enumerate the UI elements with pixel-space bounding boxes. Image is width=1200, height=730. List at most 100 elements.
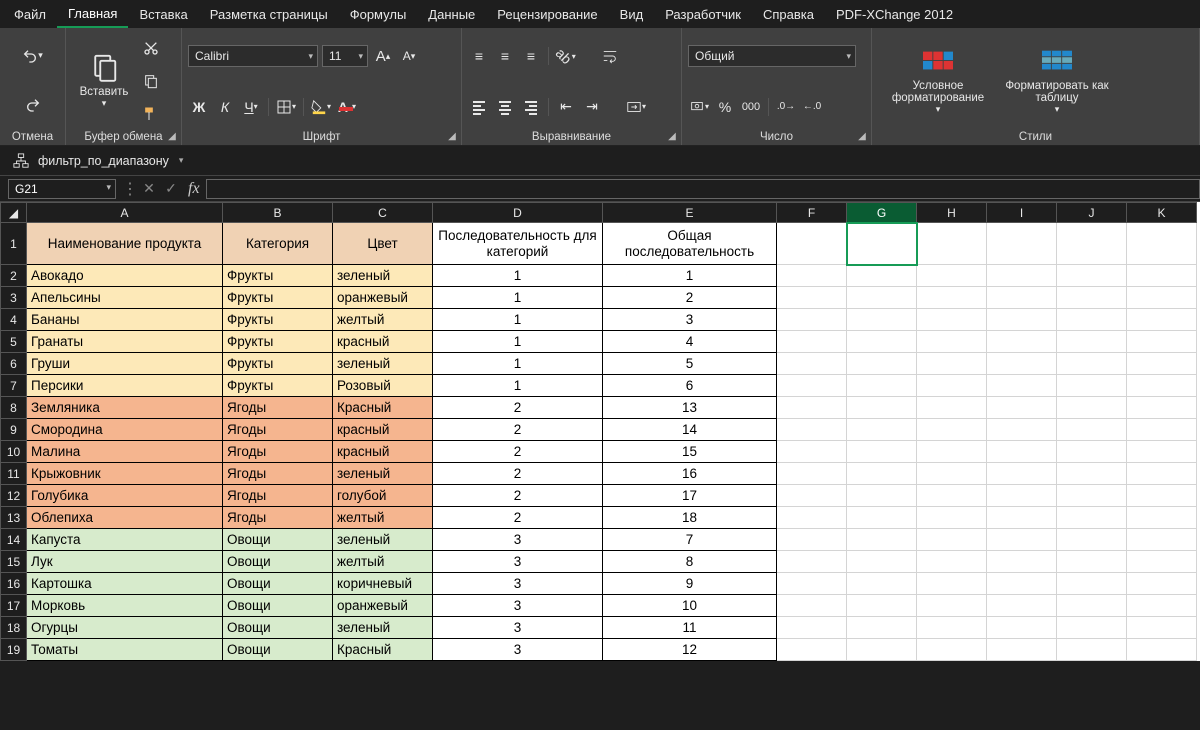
cell-16-J[interactable] bbox=[1057, 573, 1127, 595]
cell-12-J[interactable] bbox=[1057, 485, 1127, 507]
row-header-7[interactable]: 7 bbox=[1, 375, 27, 397]
cell-10-A[interactable]: Малина bbox=[27, 441, 223, 463]
cell-9-H[interactable] bbox=[917, 419, 987, 441]
orientation-button[interactable]: ab▾ bbox=[555, 45, 577, 67]
cell-9-A[interactable]: Смородина bbox=[27, 419, 223, 441]
cell-18-B[interactable]: Овощи bbox=[223, 617, 333, 639]
format-painter-button[interactable] bbox=[140, 103, 162, 125]
decrease-decimal-button[interactable]: ←.0 bbox=[801, 96, 823, 118]
cell-12-D[interactable]: 2 bbox=[433, 485, 603, 507]
font-name-combo[interactable]: Calibri bbox=[188, 45, 318, 67]
cell-17-A[interactable]: Морковь bbox=[27, 595, 223, 617]
cell-1-J[interactable] bbox=[1057, 223, 1127, 265]
cell-19-C[interactable]: Красный bbox=[333, 639, 433, 661]
cell-15-D[interactable]: 3 bbox=[433, 551, 603, 573]
menu-item-0[interactable]: Файл bbox=[0, 0, 57, 28]
cell-13-D[interactable]: 2 bbox=[433, 507, 603, 529]
cell-13-J[interactable] bbox=[1057, 507, 1127, 529]
cell-11-B[interactable]: Ягоды bbox=[223, 463, 333, 485]
cell-9-K[interactable] bbox=[1127, 419, 1197, 441]
cell-18-D[interactable]: 3 bbox=[433, 617, 603, 639]
valign-middle-button[interactable]: ≡ bbox=[494, 45, 516, 67]
cell-18-F[interactable] bbox=[777, 617, 847, 639]
halign-left-button[interactable] bbox=[468, 96, 490, 118]
comma-format-button[interactable]: 000 bbox=[740, 96, 762, 118]
valign-bottom-button[interactable]: ≡ bbox=[520, 45, 542, 67]
cell-17-H[interactable] bbox=[917, 595, 987, 617]
cell-9-C[interactable]: красный bbox=[333, 419, 433, 441]
cell-11-A[interactable]: Крыжовник bbox=[27, 463, 223, 485]
cell-7-F[interactable] bbox=[777, 375, 847, 397]
undo-button[interactable]: ▾ bbox=[22, 45, 44, 67]
cell-12-K[interactable] bbox=[1127, 485, 1197, 507]
fx-icon[interactable]: fx bbox=[182, 180, 206, 198]
cell-2-F[interactable] bbox=[777, 265, 847, 287]
cell-16-F[interactable] bbox=[777, 573, 847, 595]
cell-4-C[interactable]: желтый bbox=[333, 309, 433, 331]
cell-11-C[interactable]: зеленый bbox=[333, 463, 433, 485]
cell-13-B[interactable]: Ягоды bbox=[223, 507, 333, 529]
col-header-K[interactable]: K bbox=[1127, 203, 1197, 223]
col-header-J[interactable]: J bbox=[1057, 203, 1127, 223]
cell-13-K[interactable] bbox=[1127, 507, 1197, 529]
row-header-5[interactable]: 5 bbox=[1, 331, 27, 353]
cell-19-G[interactable] bbox=[847, 639, 917, 661]
cell-7-J[interactable] bbox=[1057, 375, 1127, 397]
halign-right-button[interactable] bbox=[520, 96, 542, 118]
cell-8-G[interactable] bbox=[847, 397, 917, 419]
menu-item-5[interactable]: Данные bbox=[417, 0, 486, 28]
cell-15-E[interactable]: 8 bbox=[603, 551, 777, 573]
cell-19-B[interactable]: Овощи bbox=[223, 639, 333, 661]
cell-9-D[interactable]: 2 bbox=[433, 419, 603, 441]
cell-2-B[interactable]: Фрукты bbox=[223, 265, 333, 287]
cell-16-B[interactable]: Овощи bbox=[223, 573, 333, 595]
col-header-A[interactable]: A bbox=[27, 203, 223, 223]
cell-13-C[interactable]: желтый bbox=[333, 507, 433, 529]
cell-19-A[interactable]: Томаты bbox=[27, 639, 223, 661]
cell-16-H[interactable] bbox=[917, 573, 987, 595]
row-header-19[interactable]: 19 bbox=[1, 639, 27, 661]
cell-4-G[interactable] bbox=[847, 309, 917, 331]
cell-15-F[interactable] bbox=[777, 551, 847, 573]
cell-4-D[interactable]: 1 bbox=[433, 309, 603, 331]
col-header-H[interactable]: H bbox=[917, 203, 987, 223]
cell-16-E[interactable]: 9 bbox=[603, 573, 777, 595]
cell-4-A[interactable]: Бананы bbox=[27, 309, 223, 331]
cell-7-K[interactable] bbox=[1127, 375, 1197, 397]
cell-14-G[interactable] bbox=[847, 529, 917, 551]
cell-10-E[interactable]: 15 bbox=[603, 441, 777, 463]
font-color-button[interactable]: A▾ bbox=[336, 96, 358, 118]
cell-16-I[interactable] bbox=[987, 573, 1057, 595]
clipboard-dialog-launcher[interactable]: ◢ bbox=[165, 129, 179, 143]
cell-2-C[interactable]: зеленый bbox=[333, 265, 433, 287]
paste-button[interactable]: Вставить▾ bbox=[72, 32, 136, 129]
number-dialog-launcher[interactable]: ◢ bbox=[855, 129, 869, 143]
italic-button[interactable]: К bbox=[214, 96, 236, 118]
menu-item-9[interactable]: Справка bbox=[752, 0, 825, 28]
row-header-18[interactable]: 18 bbox=[1, 617, 27, 639]
cell-11-J[interactable] bbox=[1057, 463, 1127, 485]
col-header-F[interactable]: F bbox=[777, 203, 847, 223]
cancel-formula-button[interactable]: ✕ bbox=[138, 178, 160, 200]
col-header-D[interactable]: D bbox=[433, 203, 603, 223]
cell-18-I[interactable] bbox=[987, 617, 1057, 639]
cell-1-E[interactable]: Общая последовательность bbox=[603, 223, 777, 265]
cell-10-I[interactable] bbox=[987, 441, 1057, 463]
cell-3-G[interactable] bbox=[847, 287, 917, 309]
flowchart-icon[interactable] bbox=[10, 150, 32, 172]
wrap-text-button[interactable] bbox=[599, 45, 621, 67]
cell-13-A[interactable]: Облепиха bbox=[27, 507, 223, 529]
cell-7-E[interactable]: 6 bbox=[603, 375, 777, 397]
format-as-table-button[interactable]: Форматировать как таблицу▾ bbox=[1002, 32, 1112, 129]
cell-19-J[interactable] bbox=[1057, 639, 1127, 661]
cell-8-F[interactable] bbox=[777, 397, 847, 419]
cell-6-I[interactable] bbox=[987, 353, 1057, 375]
cut-button[interactable] bbox=[140, 37, 162, 59]
cell-5-G[interactable] bbox=[847, 331, 917, 353]
cell-13-E[interactable]: 18 bbox=[603, 507, 777, 529]
menu-item-4[interactable]: Формулы bbox=[339, 0, 418, 28]
row-header-17[interactable]: 17 bbox=[1, 595, 27, 617]
cell-9-I[interactable] bbox=[987, 419, 1057, 441]
menu-item-8[interactable]: Разработчик bbox=[654, 0, 752, 28]
cell-16-C[interactable]: коричневый bbox=[333, 573, 433, 595]
